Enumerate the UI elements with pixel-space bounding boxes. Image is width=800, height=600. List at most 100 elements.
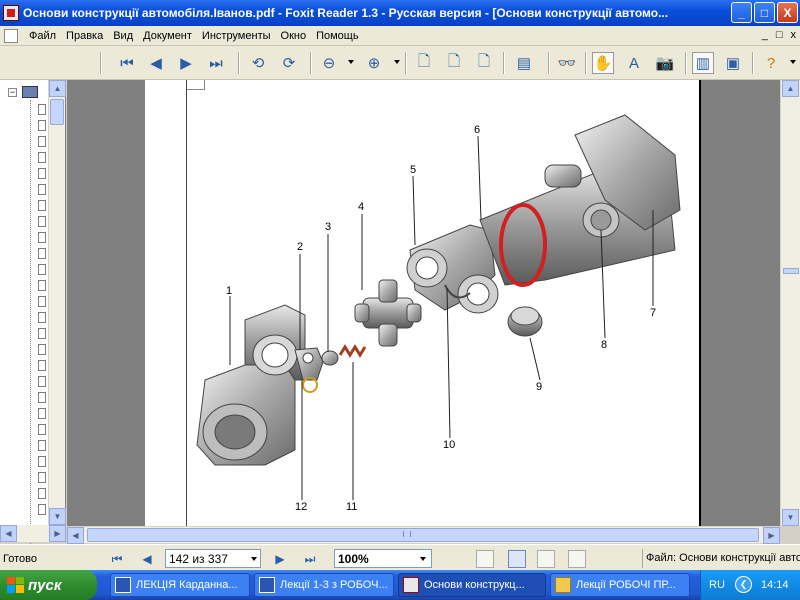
bookmark-item-icon[interactable]: [38, 376, 46, 387]
continuous-facing-view-icon[interactable]: [568, 550, 586, 568]
scroll-up-arrow[interactable]: ▲: [782, 80, 799, 97]
task-word-lecture[interactable]: ЛЕКЦІЯ Карданна...: [110, 573, 250, 597]
prev-page-icon[interactable]: ◀: [138, 550, 156, 568]
snapshot-icon[interactable]: 📷: [654, 52, 676, 74]
last-page-icon[interactable]: ⏭: [205, 52, 227, 74]
bookmark-item-icon[interactable]: [38, 216, 46, 227]
bookmark-item-icon[interactable]: [38, 248, 46, 259]
book-icon[interactable]: [22, 86, 38, 98]
bookmark-item-icon[interactable]: [38, 328, 46, 339]
bookmark-item-icon[interactable]: [38, 408, 46, 419]
zoom-field[interactable]: 100%: [334, 549, 432, 568]
scroll-right-arrow[interactable]: ▶: [763, 527, 780, 544]
bookmark-item-icon[interactable]: [38, 296, 46, 307]
first-page-icon[interactable]: ⏮: [116, 52, 138, 74]
zoom-in-dropdown-icon[interactable]: [394, 60, 400, 64]
menu-edit[interactable]: Правка: [61, 30, 108, 42]
close-button[interactable]: X: [777, 2, 798, 23]
page-dropdown-icon[interactable]: [251, 557, 257, 561]
bookmark-item-icon[interactable]: [38, 104, 46, 115]
scroll-left-arrow[interactable]: ◀: [67, 527, 84, 544]
thumbnail-icon[interactable]: ▣: [722, 52, 744, 74]
bookmarks-panel[interactable]: − ▲ ▼ ◀ ▶: [0, 80, 66, 600]
facing-view-icon[interactable]: [537, 550, 555, 568]
scroll-down-arrow[interactable]: ▼: [782, 509, 799, 526]
menu-window[interactable]: Окно: [276, 30, 312, 42]
hand-tool-icon[interactable]: ✋: [592, 52, 614, 74]
bookmark-item-icon[interactable]: [38, 280, 46, 291]
bookmark-item-icon[interactable]: [38, 264, 46, 275]
scroll-thumb[interactable]: [87, 528, 759, 542]
page-icon[interactable]: 🗋: [413, 52, 435, 74]
task-word-lectures[interactable]: Лекції 1-3 з РОБОЧ...: [254, 573, 394, 597]
bookmarks-vertical-scrollbar[interactable]: ▲ ▼: [48, 80, 66, 542]
next-page-icon[interactable]: ▶: [175, 52, 197, 74]
menu-document[interactable]: Документ: [138, 30, 197, 42]
last-page-icon[interactable]: ⏭: [301, 550, 319, 568]
find-icon[interactable]: 👓: [556, 52, 578, 74]
menu-file[interactable]: Файл: [24, 30, 61, 42]
scroll-right-arrow[interactable]: ▶: [49, 525, 66, 542]
scroll-up-arrow[interactable]: ▲: [49, 80, 66, 97]
rotate-left-icon[interactable]: ⟲: [247, 52, 269, 74]
doc-close-button[interactable]: x: [791, 29, 797, 41]
first-page-icon[interactable]: ⏮: [108, 550, 126, 568]
document-vertical-scrollbar[interactable]: ▲ ▼: [780, 80, 800, 526]
bookmark-item-icon[interactable]: [38, 392, 46, 403]
minimize-button[interactable]: _: [731, 2, 752, 23]
task-foxit-reader[interactable]: Основи конструкц...: [398, 573, 546, 597]
bookmark-item-icon[interactable]: [38, 168, 46, 179]
help-dropdown-icon[interactable]: [790, 60, 796, 64]
text-select-icon[interactable]: A: [623, 52, 645, 74]
continuous-view-icon[interactable]: [508, 550, 526, 568]
bookmarks-horizontal-scrollbar[interactable]: ◀ ▶: [0, 525, 66, 542]
page-number-field[interactable]: 142 из 337: [165, 549, 261, 568]
bookmark-item-icon[interactable]: [38, 456, 46, 467]
scroll-left-arrow[interactable]: ◀: [0, 525, 17, 542]
bookmark-item-icon[interactable]: [38, 360, 46, 371]
bookmark-item-icon[interactable]: [38, 120, 46, 131]
bookmark-item-icon[interactable]: [38, 344, 46, 355]
language-indicator[interactable]: RU: [709, 579, 725, 591]
menu-view[interactable]: Вид: [108, 30, 138, 42]
single-page-view-icon[interactable]: [476, 550, 494, 568]
task-folder[interactable]: Лекції РОБОЧІ ПР...: [550, 573, 690, 597]
foxit-app-icon[interactable]: [3, 5, 19, 21]
pdf-page[interactable]: 1 2 3 4 5 6 7 8 9 10 11 12: [145, 80, 701, 526]
zoom-out-dropdown-icon[interactable]: [348, 60, 354, 64]
form-icon[interactable]: ▤: [513, 52, 535, 74]
page-fit-icon[interactable]: 🗋: [473, 52, 495, 74]
menu-help[interactable]: Помощь: [311, 30, 364, 42]
page-width-icon[interactable]: 🗋: [443, 52, 465, 74]
zoom-dropdown-icon[interactable]: [420, 557, 426, 561]
tree-collapse-toggle[interactable]: −: [8, 88, 17, 97]
bookmark-item-icon[interactable]: [38, 440, 46, 451]
bookmark-item-icon[interactable]: [38, 200, 46, 211]
scroll-down-arrow[interactable]: ▼: [49, 508, 66, 525]
tray-expand-icon[interactable]: ❮: [735, 576, 752, 593]
bookmark-item-icon[interactable]: [38, 152, 46, 163]
prev-page-icon[interactable]: ◀: [145, 52, 167, 74]
doc-minimize-button[interactable]: _: [762, 29, 768, 41]
scroll-thumb[interactable]: [783, 268, 799, 274]
bookmark-item-icon[interactable]: [38, 472, 46, 483]
document-view[interactable]: 1 2 3 4 5 6 7 8 9 10 11 12: [67, 80, 780, 526]
scroll-thumb[interactable]: [50, 99, 64, 125]
bookmark-item-icon[interactable]: [38, 232, 46, 243]
start-button[interactable]: пуск: [0, 570, 97, 600]
bookmark-item-icon[interactable]: [38, 184, 46, 195]
zoom-in-icon[interactable]: ⊕: [363, 52, 385, 74]
bookmark-item-icon[interactable]: [38, 504, 46, 515]
help-icon[interactable]: ?: [760, 52, 782, 74]
maximize-button[interactable]: □: [754, 2, 775, 23]
next-page-icon[interactable]: ▶: [271, 550, 289, 568]
bookmark-item-icon[interactable]: [38, 424, 46, 435]
doc-restore-button[interactable]: □: [776, 29, 783, 41]
zoom-out-icon[interactable]: ⊖: [318, 52, 340, 74]
bookmark-item-icon[interactable]: [38, 312, 46, 323]
bookmark-item-icon[interactable]: [38, 488, 46, 499]
menu-tools[interactable]: Инструменты: [197, 30, 276, 42]
bookmarks-panel-icon[interactable]: ▥: [692, 52, 714, 74]
bookmark-item-icon[interactable]: [38, 136, 46, 147]
document-icon[interactable]: [4, 28, 18, 43]
